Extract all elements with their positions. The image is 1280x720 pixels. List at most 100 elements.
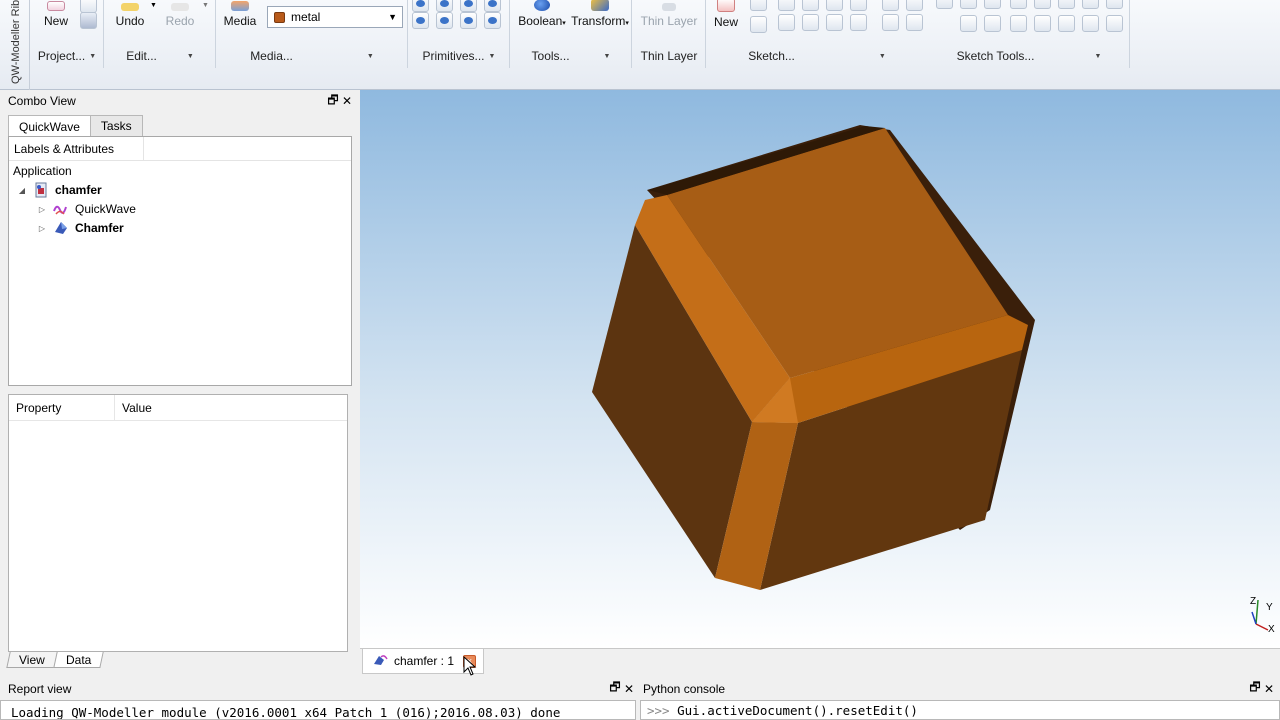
sketch-circle-icon[interactable] [826,0,843,11]
undo-icon [121,3,139,11]
tree-item-chamfer-object[interactable]: ▷ Chamfer [37,219,124,237]
length-icon[interactable] [1058,15,1075,32]
chevron-down-icon: ▼ [388,12,397,22]
sketch-export-icon[interactable] [750,16,767,33]
project-label-text: Project... [37,49,86,63]
mirror-icon[interactable] [960,15,977,32]
tab-tasks[interactable]: Tasks [89,115,143,136]
boolean-icon [534,0,550,11]
redo-button[interactable]: Redo [160,0,200,28]
ribbon-group-label-media[interactable]: Media... ▼ [216,48,408,64]
constraint-perpendicular-icon[interactable] [984,0,1001,9]
redo-label: Redo [165,14,195,28]
report-view-output[interactable]: Loading QW-Modeller module (v2016.0001 x… [0,700,636,720]
tree-column-header[interactable]: Labels & Attributes [9,136,144,161]
constraint-point-icon[interactable] [936,0,953,9]
sketch-line-icon[interactable] [778,14,795,31]
sketch-point-icon[interactable] [826,14,843,31]
media-button[interactable]: Media [220,0,260,28]
tree-item-quickwave[interactable]: ▷ QuickWave [37,200,136,218]
cone-primitive-icon[interactable] [484,0,501,12]
tree-view: Labels & Attributes Application ◢ chamfe… [8,136,352,386]
sketch-grid-icon[interactable] [906,14,923,31]
chevron-down-icon: ▾ [625,20,629,27]
undo-dropdown-icon[interactable]: ▼ [150,2,157,9]
undock-icon[interactable]: 🗗 [1248,678,1262,699]
thin-layer-label-text: Thin Layer [640,49,698,63]
media-material-select[interactable]: metal ▼ [267,6,403,28]
lock-icon[interactable] [984,15,1001,32]
constraint-tangent-icon[interactable] [1034,0,1051,9]
ribbon-group-label-project[interactable]: Project... ▼ [30,48,104,64]
constraint-symmetric-icon[interactable] [1106,0,1123,9]
radius-icon[interactable] [1082,15,1099,32]
transform-button[interactable]: Transform▾ [570,0,630,28]
ribbon-group-label-sketch[interactable]: Sketch... ▼ [706,48,928,64]
angle-icon[interactable] [1106,15,1123,32]
close-icon[interactable]: ✕ [340,94,354,108]
torus-primitive-icon[interactable] [412,12,429,29]
sketch-slot-icon[interactable] [882,0,899,11]
ribbon-title-text: QW-Modeller Rib [10,0,22,84]
constraint-vertical-icon[interactable] [960,0,977,9]
tab-quickwave[interactable]: QuickWave [8,115,91,137]
document-icon [373,654,389,669]
sketch-fillet-icon[interactable] [906,0,923,11]
ribbon-group-tools: Boolean▾ Transform▾ Tools... ▼ [510,0,632,68]
tree-root-application[interactable]: Application [13,164,72,178]
ribbon-group-label-thin-layer: Thin Layer [632,48,706,64]
thin-layer-button[interactable]: Thin Layer [634,0,704,28]
media-selected-value: metal [291,10,321,24]
chevron-down-icon: ▼ [186,52,194,60]
boolean-button[interactable]: Boolean▾ [514,0,570,28]
chamfered-cube-model[interactable] [360,90,1280,648]
sketch-rect-icon[interactable] [750,0,767,11]
ribbon-group-label-primitives[interactable]: Primitives... ▼ [408,48,510,64]
undock-icon[interactable]: 🗗 [326,91,340,112]
tree-item-chamfer-doc[interactable]: ◢ chamfer [17,181,102,199]
ellipsoid-primitive-icon[interactable] [436,12,453,29]
ribbon-group-label-sketch-tools[interactable]: Sketch Tools... ▼ [928,48,1130,64]
undock-icon[interactable]: 🗗 [608,678,622,699]
collapse-triangle-icon[interactable]: ◢ [17,186,27,195]
3d-viewport[interactable]: Z Y X [360,90,1280,648]
python-console-input[interactable]: >>> Gui.activeDocument().resetEdit() [640,700,1280,720]
expand-triangle-icon[interactable]: ▷ [37,205,47,214]
tab-data[interactable]: Data [53,652,104,668]
close-icon[interactable]: ✕ [622,682,636,696]
wedge-primitive-icon[interactable] [460,12,477,29]
vertical-distance-icon[interactable] [1034,15,1051,32]
close-icon[interactable]: ✕ [1262,682,1276,696]
constraint-horizontal-icon[interactable] [1010,0,1027,9]
constraint-parallel-icon[interactable] [1058,0,1075,9]
sketch-trim-icon[interactable] [850,14,867,31]
sketch-ellipse-icon[interactable] [850,0,867,11]
sketch-bracket-icon[interactable] [882,14,899,31]
sphere-primitive-icon[interactable] [460,0,477,12]
tree-header: Labels & Attributes [9,136,351,161]
property-column-header[interactable]: Property [9,394,115,421]
undo-button[interactable]: Undo [110,0,150,28]
new-project-button[interactable]: New [38,0,74,28]
chevron-down-icon: ▾ [562,20,566,27]
sketch-spline-icon[interactable] [802,14,819,31]
prism-primitive-icon[interactable] [484,12,501,29]
sketch-polyline-icon[interactable] [778,0,795,11]
ribbon-group-sketch: New Sketch... ▼ [706,0,928,68]
sketch-arc-icon[interactable] [802,0,819,11]
report-log-line: Loading QW-Modeller module (v2016.0001 x… [11,705,561,720]
cylinder-primitive-icon[interactable] [436,0,453,12]
save-icon[interactable] [80,12,97,29]
horizontal-distance-icon[interactable] [1010,15,1027,32]
redo-dropdown-icon[interactable]: ▼ [202,2,209,9]
tab-tasks-label: Tasks [100,119,132,133]
expand-triangle-icon[interactable]: ▷ [37,224,47,233]
tab-view[interactable]: View [6,652,58,668]
value-column-header[interactable]: Value [115,395,347,421]
document-tab-label: chamfer : 1 [394,654,455,668]
new-sketch-button[interactable]: New [708,0,744,29]
ribbon-group-label-edit[interactable]: Edit... ▼ [104,48,216,64]
box-primitive-icon[interactable] [412,0,429,12]
ribbon-group-label-tools[interactable]: Tools... ▼ [510,48,632,64]
constraint-equal-icon[interactable] [1082,0,1099,9]
